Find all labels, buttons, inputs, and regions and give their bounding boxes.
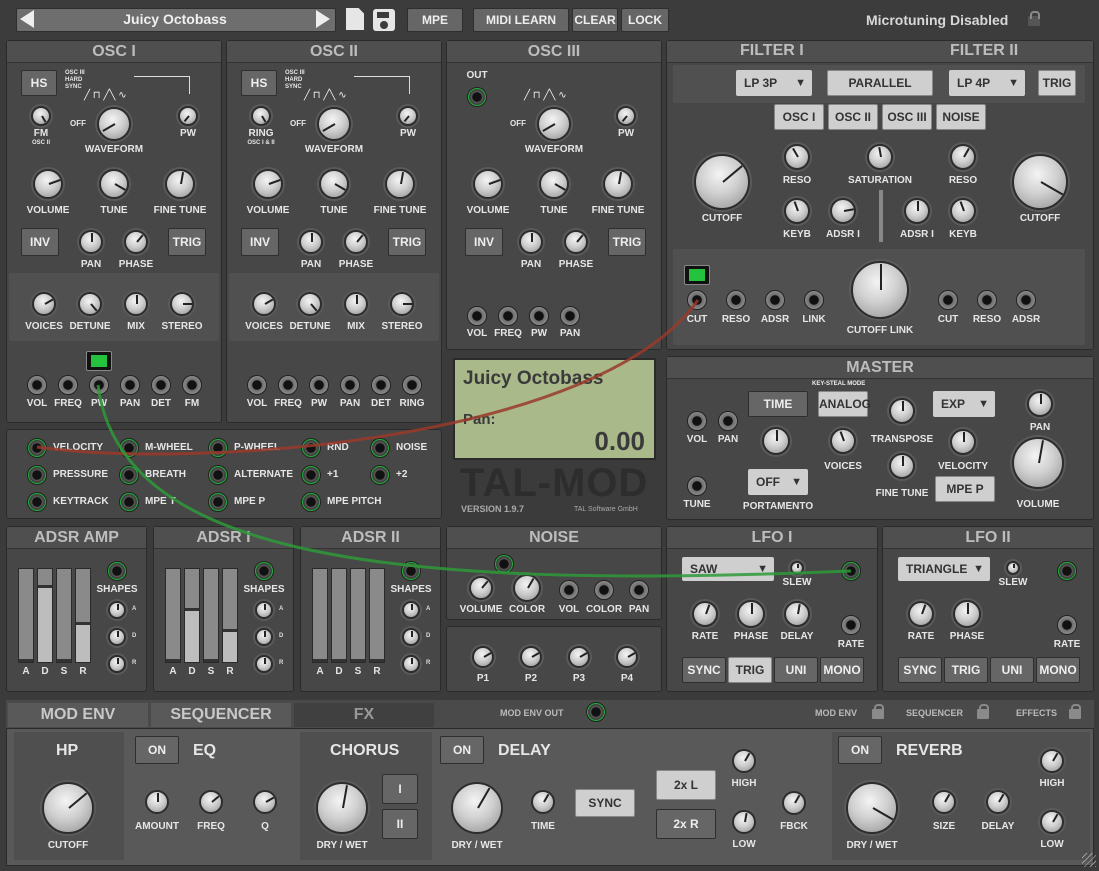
patch-cables [36,299,852,578]
green-patch-cable [96,384,852,578]
red-patch-cable [36,299,700,456]
resize-grip-icon[interactable] [1082,853,1096,867]
tal-mod-window: Juicy Octobass MPE MIDI LEARN CLEAR LOCK… [0,0,1099,871]
